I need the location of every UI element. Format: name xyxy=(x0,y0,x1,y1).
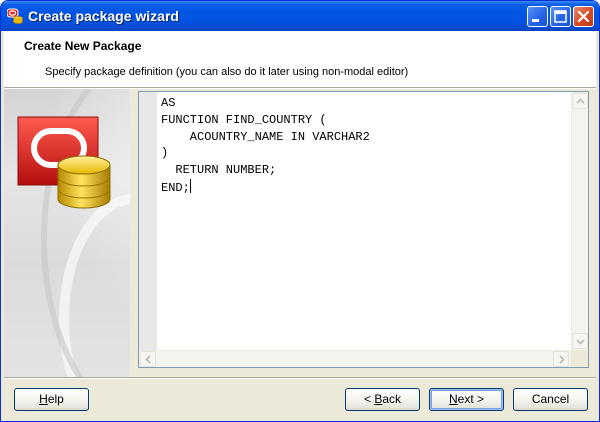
footer-divider-highlight xyxy=(4,378,596,379)
code-line: ACOUNTRY_NAME IN VARCHAR2 xyxy=(161,129,370,144)
chevron-down-icon xyxy=(576,339,585,345)
package-definition-editor[interactable]: AS FUNCTION FIND_COUNTRY ( ACOUNTRY_NAME … xyxy=(138,91,589,368)
page-subtitle: Specify package definition (you can also… xyxy=(45,66,409,78)
text-cursor xyxy=(189,178,191,193)
code-line: END; xyxy=(161,180,190,195)
help-button-accel: H xyxy=(39,392,48,406)
horizontal-scrollbar[interactable] xyxy=(139,350,571,367)
close-button[interactable] xyxy=(573,6,594,27)
window-title: Create package wizard xyxy=(28,8,179,24)
chevron-right-icon xyxy=(559,355,565,364)
code-line: FUNCTION FIND_COUNTRY ( xyxy=(161,112,327,127)
editor-gutter xyxy=(139,92,157,351)
next-button[interactable]: Next > xyxy=(429,388,504,411)
title-bar[interactable]: Create package wizard xyxy=(1,1,599,31)
maximize-button[interactable] xyxy=(550,6,571,27)
wizard-header: Create New Package Specify package defin… xyxy=(4,31,596,87)
back-button-label: ack xyxy=(382,392,402,406)
next-button-label: ext > xyxy=(457,392,485,406)
cancel-button[interactable]: Cancel xyxy=(513,388,588,411)
oracle-database-icon xyxy=(7,8,23,24)
minimize-button[interactable] xyxy=(527,6,548,27)
help-button[interactable]: Help xyxy=(14,388,89,411)
minimize-icon xyxy=(532,19,539,22)
vertical-scrollbar[interactable] xyxy=(571,92,588,351)
code-line: RETURN NUMBER; xyxy=(161,163,277,178)
scroll-left-button[interactable] xyxy=(140,351,156,367)
scroll-up-button[interactable] xyxy=(572,93,588,109)
wizard-window: Create package wizard Create New Package… xyxy=(0,0,600,422)
wizard-side-banner xyxy=(4,89,130,377)
cancel-button-label: Cancel xyxy=(531,392,570,406)
code-line: ) xyxy=(161,146,169,161)
code-line: AS xyxy=(161,96,176,110)
help-button-label: elp xyxy=(47,392,64,406)
scroll-down-button[interactable] xyxy=(572,333,588,349)
back-button-prefix: < xyxy=(363,392,375,406)
oracle-logo-with-database-icon xyxy=(17,89,130,377)
code-line-last: END; xyxy=(161,178,569,197)
next-button-accel: N xyxy=(448,392,458,406)
page-title: Create New Package xyxy=(24,39,142,53)
chevron-up-icon xyxy=(576,98,585,104)
scroll-right-button[interactable] xyxy=(553,351,569,367)
scrollbar-corner xyxy=(571,350,588,367)
close-icon xyxy=(577,10,590,23)
code-area[interactable]: AS FUNCTION FIND_COUNTRY ( ACOUNTRY_NAME … xyxy=(161,95,569,349)
maximize-icon xyxy=(554,10,567,23)
chevron-left-icon xyxy=(145,355,151,364)
back-button[interactable]: < Back xyxy=(345,388,420,411)
